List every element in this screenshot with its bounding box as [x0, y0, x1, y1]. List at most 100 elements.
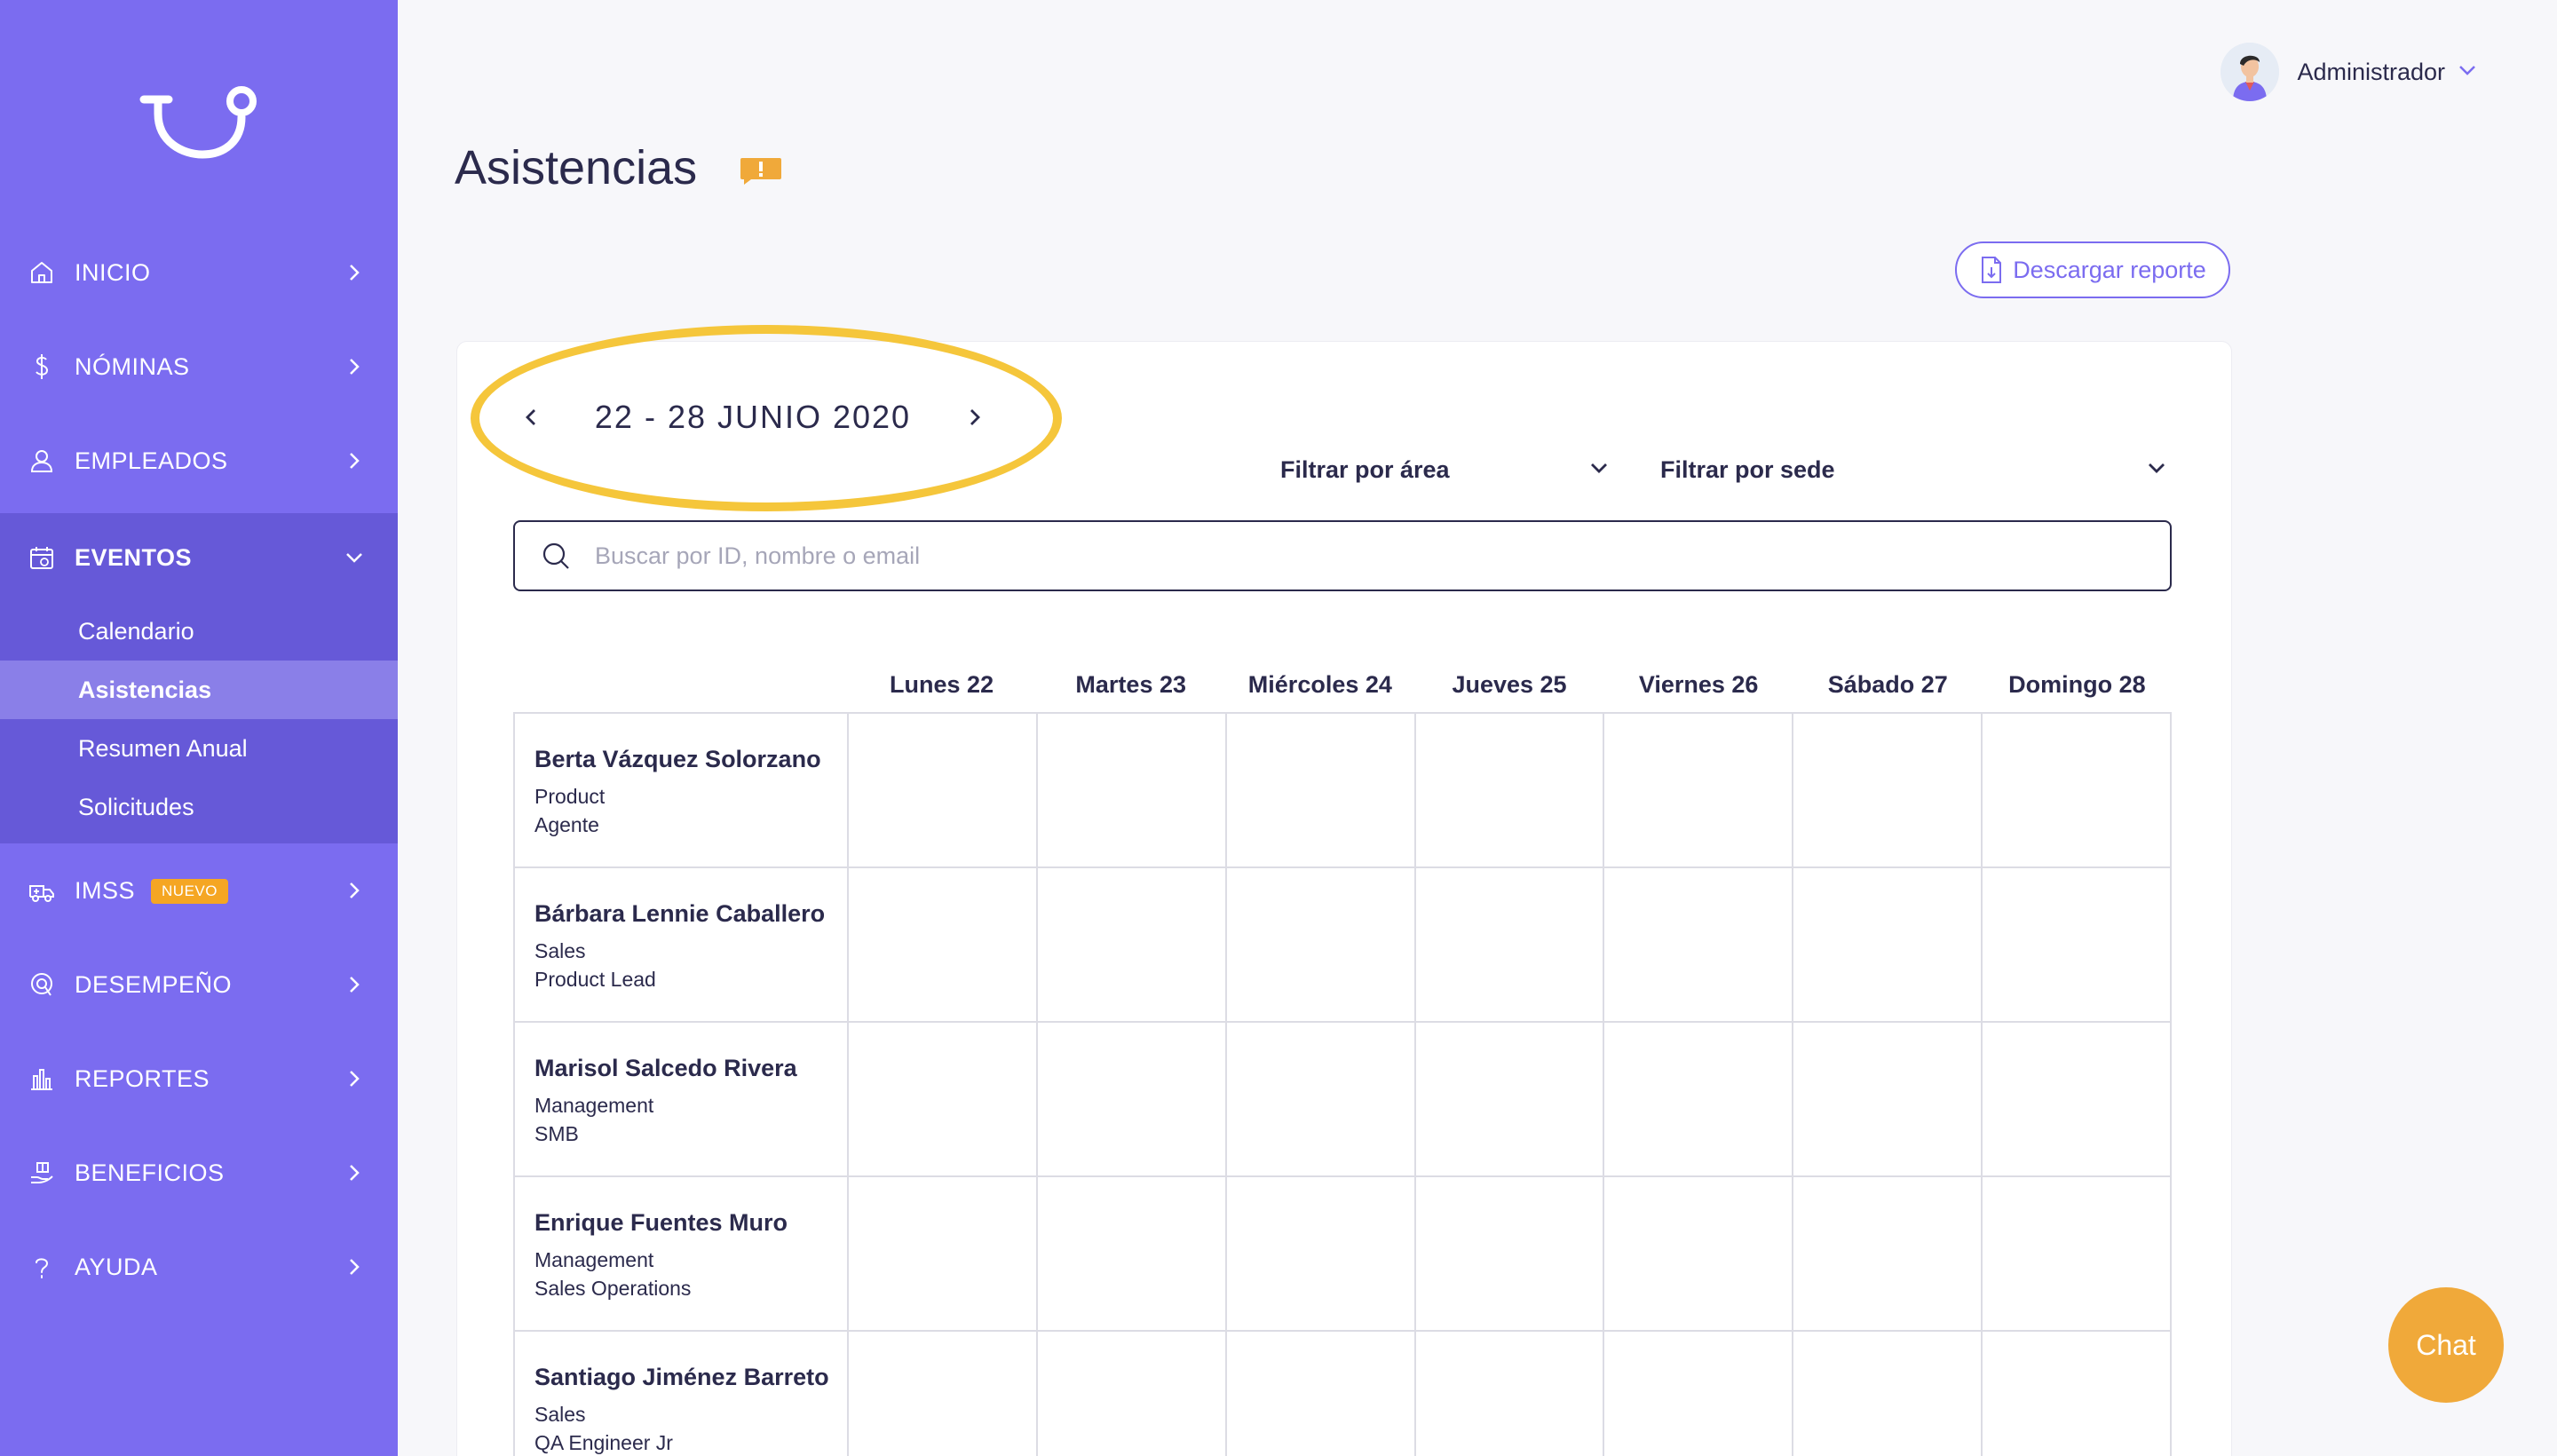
day-cell[interactable]: [1227, 1023, 1416, 1175]
day-cell[interactable]: [849, 1332, 1038, 1456]
logo[interactable]: [133, 78, 266, 167]
filter-area-dropdown[interactable]: Filtrar por área: [1280, 449, 1609, 490]
day-cell[interactable]: [1416, 1177, 1605, 1330]
avatar: [2221, 43, 2280, 101]
day-cell[interactable]: [849, 1023, 1038, 1175]
day-cell[interactable]: [1983, 1023, 2173, 1175]
sidebar-item-label: DESEMPEÑO: [75, 970, 233, 998]
table-row: Enrique Fuentes Muro Management Sales Op…: [515, 1177, 2173, 1332]
question-icon: [27, 1252, 57, 1282]
submenu-item-asistencias[interactable]: Asistencias: [0, 661, 398, 719]
employee-cell[interactable]: Marisol Salcedo Rivera Management SMB: [515, 1023, 849, 1175]
user-name: Administrador: [2297, 58, 2445, 85]
day-cell[interactable]: [1793, 714, 1983, 866]
day-cell[interactable]: [1983, 1177, 2173, 1330]
sidebar-item-imss[interactable]: IMSS NUEVO: [0, 843, 398, 938]
column-header: Viernes 26: [1638, 670, 1759, 698]
sidebar-item-nominas[interactable]: NÓMINAS: [0, 320, 398, 414]
day-cell[interactable]: [1983, 1332, 2173, 1456]
performance-icon: [27, 969, 57, 1000]
day-cell[interactable]: [1604, 1332, 1794, 1456]
day-cell[interactable]: [1983, 868, 2173, 1021]
submenu-item-calendario[interactable]: Calendario: [0, 602, 398, 661]
new-badge: NUEVO: [151, 879, 228, 905]
employee-name: Enrique Fuentes Muro: [534, 1209, 788, 1236]
employee-role: QA Engineer Jr: [534, 1431, 673, 1454]
table-row: Santiago Jiménez Barreto Sales QA Engine…: [515, 1332, 2173, 1456]
employee-area: Product: [534, 785, 606, 808]
employee-area: Management: [534, 1094, 654, 1117]
employee-area: Sales: [534, 939, 586, 962]
sidebar-item-ayuda[interactable]: AYUDA: [0, 1220, 398, 1314]
search-input[interactable]: [595, 542, 2170, 570]
submenu-item-solicitudes[interactable]: Solicitudes: [0, 778, 398, 836]
day-cell[interactable]: [1227, 1177, 1416, 1330]
sidebar-item-reportes[interactable]: REPORTES: [0, 1032, 398, 1126]
employee-name: Bárbara Lennie Caballero: [534, 900, 826, 927]
day-cell[interactable]: [1038, 868, 1227, 1021]
home-icon: [27, 257, 57, 288]
day-cell[interactable]: [1416, 868, 1605, 1021]
chevron-right-icon: [343, 449, 366, 472]
sidebar-item-label: EMPLEADOS: [75, 447, 228, 474]
chevron-right-icon[interactable]: [957, 400, 993, 435]
calendar-icon: [27, 542, 57, 573]
day-cell[interactable]: [1793, 1023, 1983, 1175]
day-cell[interactable]: [849, 1177, 1038, 1330]
table-row: Bárbara Lennie Caballero Sales Product L…: [515, 868, 2173, 1023]
attendance-table: Lunes 22 Martes 23 Miércoles 24 Jueves 2…: [513, 657, 2173, 1456]
sidebar-item-label: REPORTES: [75, 1064, 210, 1092]
search-box: [513, 520, 2172, 591]
chevron-down-icon: [2147, 462, 2166, 479]
column-header: Jueves 25: [1452, 670, 1567, 698]
day-cell[interactable]: [849, 868, 1038, 1021]
day-cell[interactable]: [1038, 714, 1227, 866]
alert-icon[interactable]: [739, 156, 783, 186]
employee-cell[interactable]: Berta Vázquez Solorzano Product Agente: [515, 714, 849, 866]
day-cell[interactable]: [1416, 714, 1605, 866]
day-cell[interactable]: [1227, 1332, 1416, 1456]
filter-sede-dropdown[interactable]: Filtrar por sede: [1660, 449, 2166, 490]
employee-cell[interactable]: Bárbara Lennie Caballero Sales Product L…: [515, 868, 849, 1021]
day-cell[interactable]: [849, 714, 1038, 866]
day-cell[interactable]: [1227, 714, 1416, 866]
table-body: Berta Vázquez Solorzano Product Agente B…: [513, 712, 2173, 1456]
day-cell[interactable]: [1793, 1177, 1983, 1330]
chat-button[interactable]: Chat: [2388, 1287, 2504, 1403]
week-range-label: 22 - 28 JUNIO 2020: [594, 399, 912, 435]
day-cell[interactable]: [1604, 714, 1794, 866]
employee-name: Santiago Jiménez Barreto: [534, 1364, 829, 1390]
user-menu[interactable]: Administrador: [2221, 43, 2477, 101]
day-cell[interactable]: [1793, 868, 1983, 1021]
sidebar-item-beneficios[interactable]: BENEFICIOS: [0, 1126, 398, 1220]
sidebar-item-empleados[interactable]: EMPLEADOS: [0, 414, 398, 508]
day-cell[interactable]: [1038, 1177, 1227, 1330]
day-cell[interactable]: [1038, 1332, 1227, 1456]
sidebar-item-label-wrap: IMSS NUEVO: [75, 877, 343, 905]
employee-cell[interactable]: Santiago Jiménez Barreto Sales QA Engine…: [515, 1332, 849, 1456]
day-cell[interactable]: [1416, 1023, 1605, 1175]
sidebar-item-eventos[interactable]: EVENTOS: [0, 513, 398, 602]
submenu-item-resumen-anual[interactable]: Resumen Anual: [0, 719, 398, 778]
sidebar-item-desempeno[interactable]: DESEMPEÑO: [0, 938, 398, 1032]
table-row: Marisol Salcedo Rivera Management SMB: [515, 1023, 2173, 1177]
chevron-right-icon: [343, 1255, 366, 1278]
sidebar-item-label: INICIO: [75, 258, 151, 286]
employee-cell[interactable]: Enrique Fuentes Muro Management Sales Op…: [515, 1177, 849, 1330]
download-report-button[interactable]: Descargar reporte: [1955, 241, 2230, 298]
day-cell[interactable]: [1793, 1332, 1983, 1456]
day-cell[interactable]: [1604, 1177, 1794, 1330]
employee-name: Marisol Salcedo Rivera: [534, 1055, 797, 1081]
chevron-right-icon: [343, 1067, 366, 1090]
day-cell[interactable]: [1416, 1332, 1605, 1456]
sidebar-item-label: EVENTOS: [75, 543, 193, 571]
day-cell[interactable]: [1604, 868, 1794, 1021]
dollar-icon: [27, 352, 57, 382]
day-cell[interactable]: [1038, 1023, 1227, 1175]
column-header: Lunes 22: [890, 670, 994, 698]
day-cell[interactable]: [1983, 714, 2173, 866]
day-cell[interactable]: [1227, 868, 1416, 1021]
sidebar-item-inicio[interactable]: INICIO: [0, 226, 398, 320]
day-cell[interactable]: [1604, 1023, 1794, 1175]
chevron-left-icon[interactable]: [513, 400, 549, 435]
